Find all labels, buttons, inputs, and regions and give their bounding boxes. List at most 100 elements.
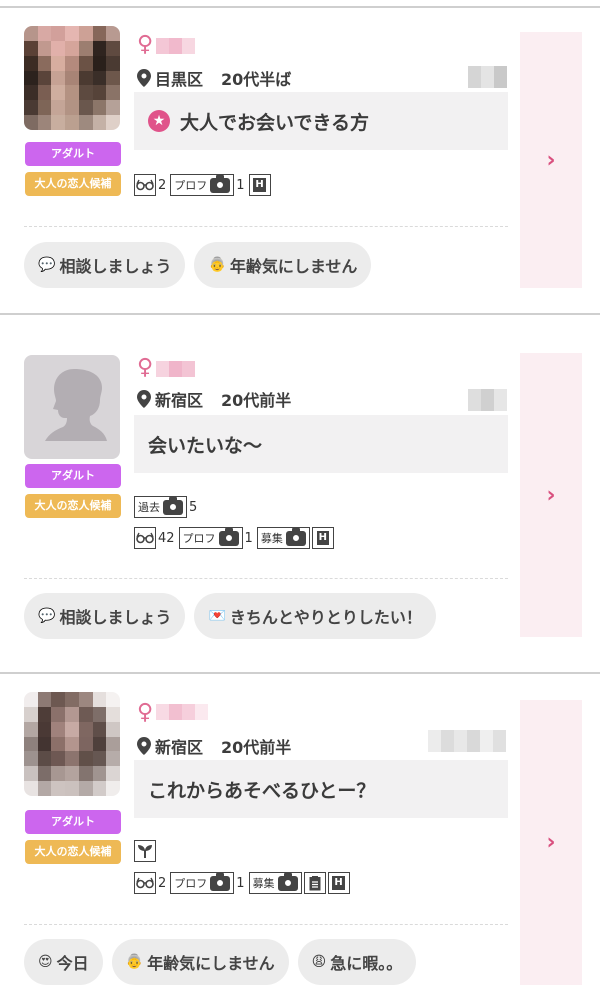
pill-age-ok[interactable]: 👵 年齢気にしません (194, 242, 372, 288)
profile-photo-count: 1 (244, 530, 253, 546)
divider (24, 578, 508, 579)
profile-label: プロフ (182, 532, 216, 545)
area-label: 新宿区 (155, 738, 204, 757)
open-post-button[interactable]: › (520, 32, 582, 288)
glasses-icon (134, 174, 156, 196)
view-count: 2 (158, 177, 167, 193)
post-card[interactable]: アダルト 大人の恋人候補 ♀ 新宿区 20代前半 これからあそべるひとー？ 2 … (0, 674, 600, 999)
divider (24, 226, 508, 227)
age-label: 20代前半 (221, 391, 292, 410)
past-photo-count: 5 (189, 499, 198, 515)
location-row: 新宿区 20代前半 (137, 387, 291, 411)
profile-photo-tag: プロフ (170, 872, 235, 894)
camera-icon (285, 527, 306, 546)
grandma-icon: 👵 (125, 954, 144, 970)
pill-label: 年齢気にしません (147, 954, 275, 973)
camera-icon (163, 496, 183, 515)
pill-consult[interactable]: 💬 相談しましょう (24, 593, 186, 639)
female-icon: ♀ (137, 355, 154, 380)
location-pin-icon (137, 737, 151, 755)
username-blurred[interactable] (156, 38, 195, 54)
profile-photo-count: 1 (236, 875, 245, 891)
message-text: 会いたいな〜 (148, 434, 263, 457)
age-label: 20代半ば (221, 70, 292, 89)
divider (24, 924, 508, 925)
pill-suddenly-free[interactable]: 😩 急に暇。。 (297, 939, 417, 985)
profile-label: プロフ (174, 179, 208, 192)
recruit-photo-tag: 募集 (248, 872, 302, 894)
badge-adult: アダルト (25, 142, 121, 166)
past-photo-tag: 過去 (134, 496, 187, 518)
location-pin-icon (137, 390, 151, 408)
tag-row: 2 プロフ 1 募集 H (134, 872, 350, 894)
area-label: 新宿区 (155, 391, 204, 410)
open-post-button[interactable]: › (520, 700, 582, 985)
h-icon: H (311, 527, 334, 549)
pill-label: 相談しましょう (59, 257, 172, 276)
avatar[interactable] (24, 26, 120, 130)
view-count: 42 (158, 530, 175, 546)
pill-label: 相談しましょう (59, 608, 172, 627)
camera-icon (210, 872, 231, 891)
badge-adult: アダルト (25, 464, 121, 488)
avatar-placeholder[interactable] (24, 355, 120, 459)
message-text: これからあそべるひとー？ (148, 779, 376, 802)
tag-row-sprout (134, 840, 156, 862)
camera-icon (277, 872, 298, 891)
chevron-right-icon: › (546, 482, 556, 508)
post-message: 会いたいな〜 (134, 415, 508, 473)
sprout-icon (134, 840, 156, 862)
avatar[interactable] (24, 692, 120, 796)
username-blurred[interactable] (156, 361, 195, 377)
post-time-blurred (468, 66, 507, 88)
username-blurred[interactable] (156, 704, 208, 720)
area-label: 目黒区 (155, 70, 204, 89)
heart-eyes-icon: 😍 (38, 954, 53, 970)
female-icon: ♀ (137, 700, 154, 725)
quick-tags: 💬 相談しましょう 👵 年齢気にしません (24, 242, 372, 288)
camera-icon (218, 527, 239, 546)
h-icon: H (327, 872, 350, 894)
quick-tags: 😍 今日 👵 年齢気にしません 😩 急に暇。。 (24, 939, 417, 985)
document-icon (303, 872, 326, 894)
location-row: 新宿区 20代前半 (137, 734, 291, 758)
glasses-icon (134, 872, 156, 894)
h-label: H (316, 531, 330, 545)
pill-label: きちんとやりとりしたい！ (229, 608, 422, 627)
pill-age-ok[interactable]: 👵 年齢気にしません (111, 939, 289, 985)
glasses-icon (134, 527, 156, 549)
post-card[interactable]: アダルト 大人の恋人候補 ♀ 目黒区 20代半ば ★ 大人でお会いできる方 2 … (0, 8, 600, 312)
pill-label: 急に暇。。 (330, 954, 403, 973)
post-card[interactable]: アダルト 大人の恋人候補 ♀ 新宿区 20代前半 会いたいな〜 過去 5 42 … (0, 315, 600, 671)
post-message: これからあそべるひとー？ (134, 760, 508, 818)
badge-lover-candidate: 大人の恋人候補 (25, 494, 121, 518)
location-row: 目黒区 20代半ば (137, 66, 291, 90)
open-post-button[interactable]: › (520, 353, 582, 637)
profile-photo-tag: プロフ (170, 174, 235, 196)
recruit-label: 募集 (252, 877, 275, 890)
h-icon: H (248, 174, 271, 196)
age-label: 20代前半 (221, 738, 292, 757)
weary-face-icon: 😩 (311, 954, 327, 970)
speech-bubble-icon: 💬 (38, 257, 56, 273)
recruit-photo-tag: 募集 (256, 527, 310, 549)
badge-lover-candidate: 大人の恋人候補 (25, 172, 121, 196)
tag-row-past: 過去 5 (134, 496, 199, 518)
post-message: ★ 大人でお会いできる方 (134, 92, 508, 150)
badge-adult: アダルト (25, 810, 121, 834)
female-icon: ♀ (137, 32, 154, 57)
pill-label: 今日 (56, 954, 89, 973)
chevron-right-icon: › (546, 830, 556, 855)
badge-lover-candidate: 大人の恋人候補 (25, 840, 121, 864)
chevron-right-icon: › (546, 147, 556, 173)
tag-row: 2 プロフ 1 H (134, 174, 271, 196)
quick-tags: 💬 相談しましょう 💌 きちんとやりとりしたい！ (24, 593, 436, 639)
pill-consult[interactable]: 💬 相談しましょう (24, 242, 186, 288)
pill-today[interactable]: 😍 今日 (24, 939, 103, 985)
pill-proper-exchange[interactable]: 💌 きちんとやりとりしたい！ (194, 593, 436, 639)
post-time-blurred (468, 389, 507, 411)
tag-row: 42 プロフ 1 募集 H (134, 527, 334, 549)
profile-label: プロフ (174, 877, 208, 890)
profile-photo-count: 1 (236, 177, 245, 193)
star-icon: ★ (148, 110, 170, 132)
